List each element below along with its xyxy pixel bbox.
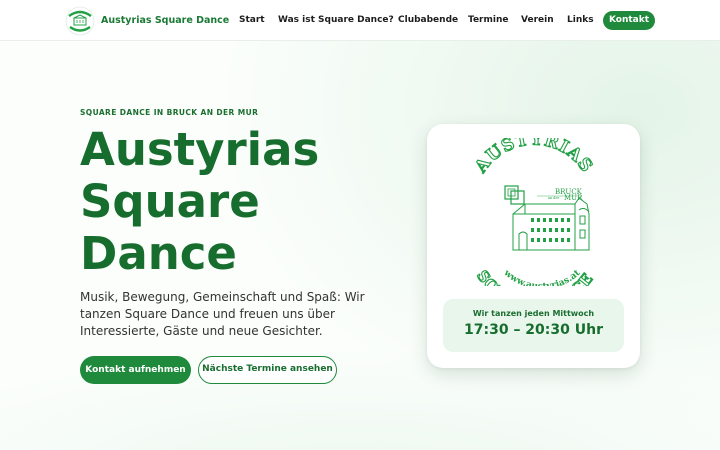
- club-card: AUSTYRIAS BRUCK an der MUR www.a rias.at…: [427, 124, 640, 368]
- club-logo: AUSTYRIAS BRUCK an der MUR www.a rias.at…: [470, 138, 597, 286]
- site-header: Austyrias Square Dance Start Was ist Squ…: [0, 0, 720, 41]
- next-dates-button[interactable]: Nächste Termine ansehen: [198, 356, 337, 384]
- svg-text:an der: an der: [548, 196, 559, 200]
- hero-title: Austyrias Square Dance: [80, 124, 380, 280]
- hero-title-line: Dance: [80, 227, 237, 280]
- hero-title-line: Square: [80, 175, 260, 228]
- hero-eyebrow: SQUARE DANCE IN BRUCK AN DER MUR: [80, 108, 259, 117]
- nav-termine[interactable]: Termine: [468, 11, 508, 30]
- schedule-label: Wir tanzen jeden Mittwoch: [472, 309, 595, 318]
- contact-button[interactable]: Kontakt aufnehmen: [80, 356, 191, 384]
- schedule-time: 17:30 – 20:30 Uhr: [464, 322, 603, 338]
- nav-verein[interactable]: Verein: [521, 11, 554, 30]
- hero-section: SQUARE DANCE IN BRUCK AN DER MUR Austyri…: [0, 0, 720, 450]
- hero-title-line: Austyrias: [80, 123, 320, 176]
- main-nav: Start Was ist Square Dance? Clubabende T…: [0, 11, 720, 30]
- nav-contact-button[interactable]: Kontakt: [603, 11, 655, 30]
- hero-description: Musik, Bewegung, Gemeinschaft und Spaß: …: [80, 290, 365, 338]
- nav-start[interactable]: Start: [239, 11, 265, 30]
- nav-clubabende[interactable]: Clubabende: [398, 11, 458, 30]
- nav-was-ist-square-dance[interactable]: Was ist Square Dance?: [278, 11, 394, 30]
- nav-links[interactable]: Links: [567, 11, 594, 30]
- schedule-box: Wir tanzen jeden Mittwoch 17:30 – 20:30 …: [443, 299, 624, 352]
- svg-text:AUSTYRIAS: AUSTYRIAS: [471, 138, 597, 177]
- svg-text:MUR: MUR: [564, 194, 583, 202]
